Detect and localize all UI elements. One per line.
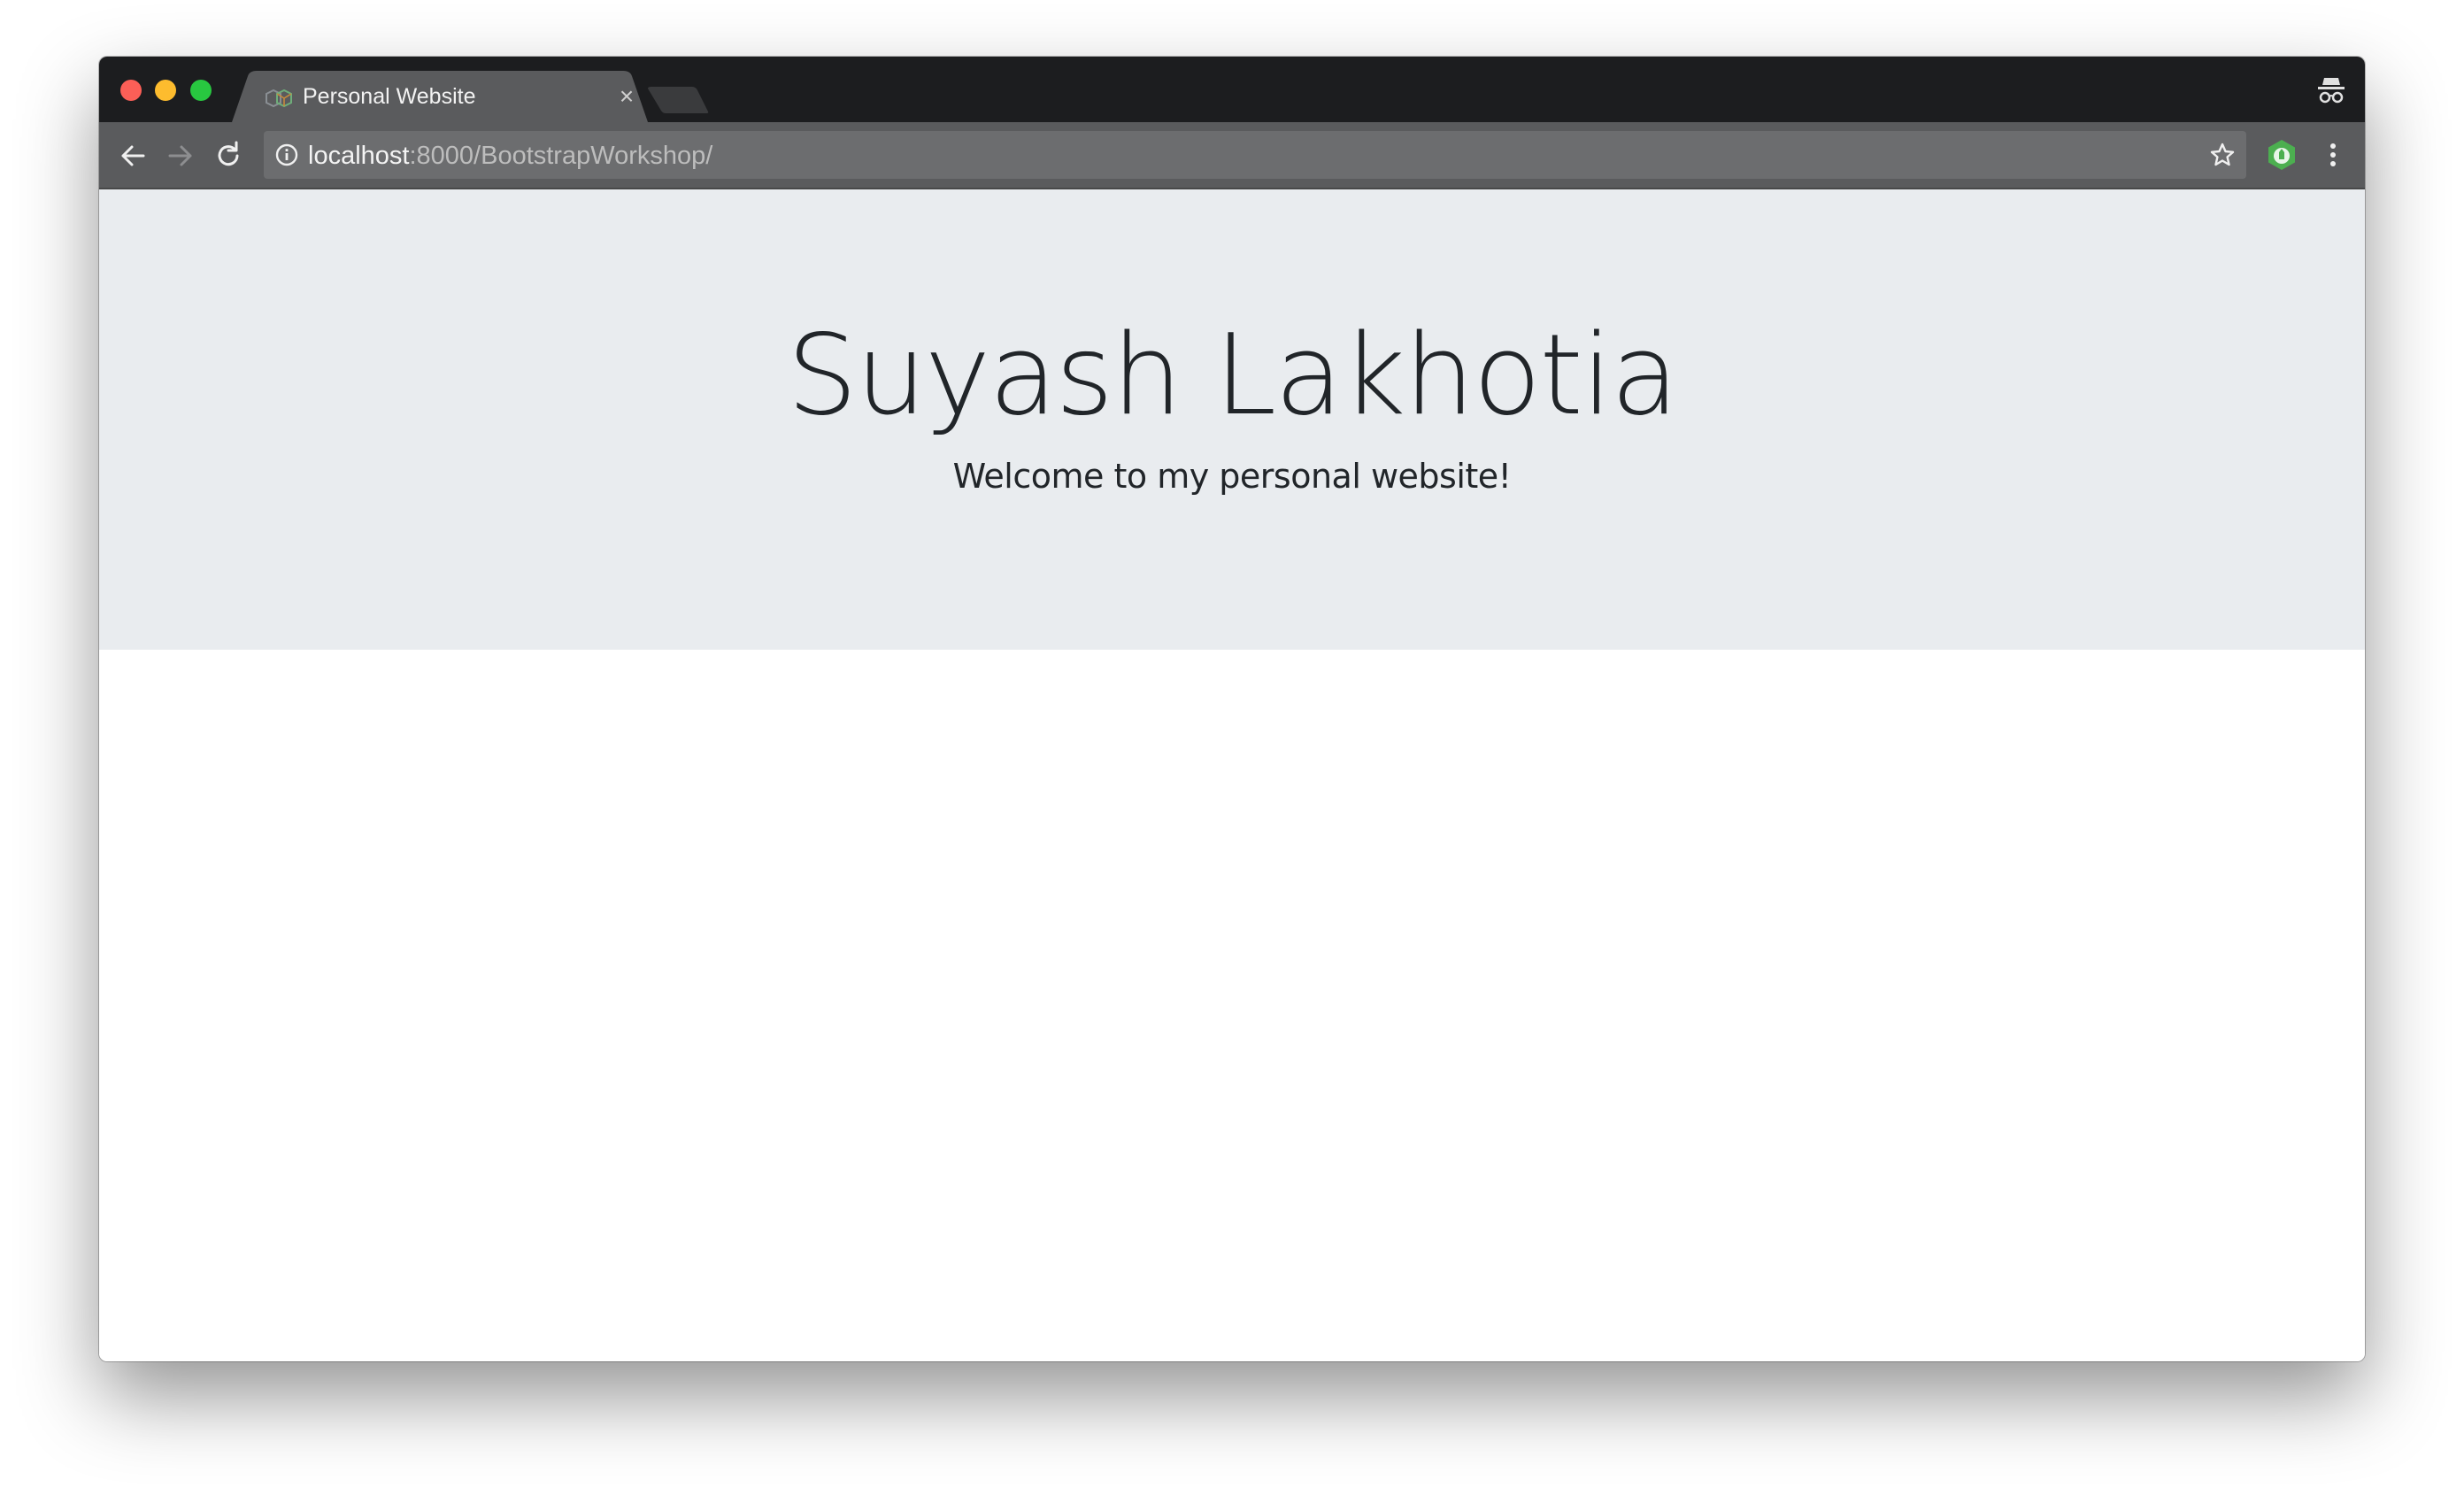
arrow-left-icon[interactable] [117, 140, 149, 172]
reload-icon[interactable] [212, 140, 244, 172]
arrow-right-icon[interactable] [165, 140, 196, 172]
tab-close-icon[interactable]: × [614, 84, 639, 109]
lead-text: Welcome to my personal website! [952, 457, 1512, 496]
minimize-window-button[interactable] [155, 80, 176, 101]
info-icon[interactable] [274, 143, 299, 167]
url-host: localhost [308, 142, 410, 170]
maximize-window-button[interactable] [190, 80, 212, 101]
browser-toolbar: localhost:8000/BootstrapWorkshop/ [99, 122, 2365, 189]
incognito-icon [2318, 78, 2345, 104]
page-viewport: Suyash Lakhotia Welcome to my personal w… [99, 189, 2365, 1361]
cube-favicon-icon [266, 89, 292, 108]
title-bar: Personal Website × [99, 57, 2365, 122]
star-icon[interactable] [2209, 142, 2236, 168]
vertical-dots-menu-icon[interactable] [2322, 138, 2344, 172]
url-path: :8000/BootstrapWorkshop/ [409, 142, 713, 170]
new-tab-button[interactable] [648, 87, 710, 113]
tab-title: Personal Website [303, 84, 476, 109]
address-bar[interactable]: localhost:8000/BootstrapWorkshop/ [264, 131, 2246, 179]
tab-personal-website[interactable]: Personal Website × [232, 71, 648, 122]
url-text[interactable]: localhost:8000/BootstrapWorkshop/ [308, 142, 712, 170]
green-extension-icon[interactable] [2265, 138, 2298, 172]
browser-window: Personal Website × localhost:8000/Bootst… [99, 57, 2365, 1361]
close-window-button[interactable] [120, 80, 142, 101]
page-title: Suyash Lakhotia [786, 310, 1679, 440]
jumbotron: Suyash Lakhotia Welcome to my personal w… [99, 189, 2365, 650]
